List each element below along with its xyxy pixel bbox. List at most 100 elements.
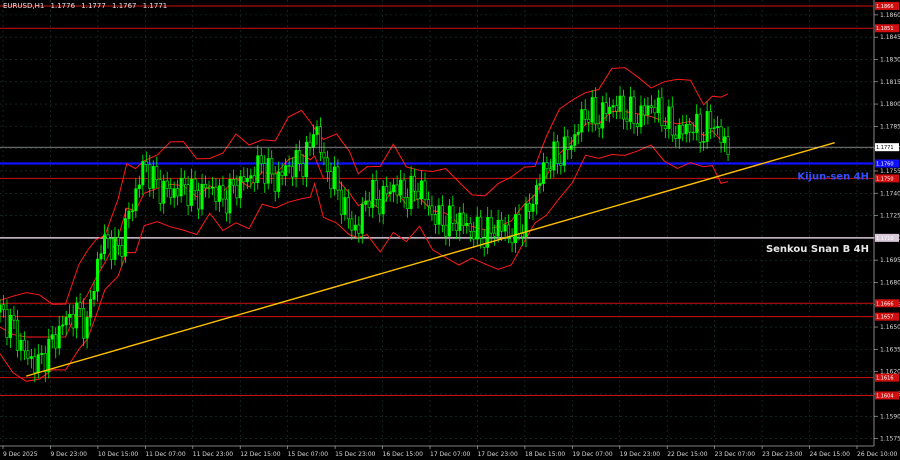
- level-price-label: 1.1851: [876, 26, 894, 32]
- candle-body: [726, 136, 730, 155]
- candle-body: [169, 188, 173, 198]
- level-price-label: 1.1760: [876, 162, 894, 168]
- candle-body: [99, 253, 103, 260]
- candle-body: [521, 233, 525, 238]
- candle-body: [155, 166, 159, 181]
- candle-body: [541, 162, 545, 184]
- candle-body: [709, 111, 713, 129]
- candle-body: [85, 317, 89, 339]
- price-chart[interactable]: 1.15751.15901.16051.16201.16351.16501.16…: [0, 0, 900, 460]
- candle-body: [608, 106, 612, 115]
- y-tick-label: 1.1575: [880, 436, 900, 443]
- candle-body: [280, 171, 284, 176]
- y-tick-label: 1.1845: [880, 34, 900, 41]
- candle-body: [367, 200, 371, 208]
- candle-body: [353, 224, 357, 231]
- candle-body: [527, 203, 531, 212]
- candle-body: [273, 173, 277, 192]
- candle-body: [695, 113, 699, 133]
- y-tick-label: 1.1680: [880, 279, 900, 286]
- candle-body: [329, 171, 333, 190]
- candle-body: [214, 186, 218, 202]
- x-tick-label: 18 Dec 15:00: [525, 451, 566, 458]
- candle-body: [590, 97, 594, 123]
- candle-body: [256, 155, 260, 183]
- candle-body: [489, 217, 493, 234]
- close-value: 1.1771: [142, 2, 168, 10]
- candle-body: [674, 134, 678, 139]
- candle-body: [19, 339, 23, 351]
- candle-body: [444, 224, 448, 237]
- candle-body: [601, 102, 605, 129]
- candle-body: [238, 176, 242, 199]
- y-tick-label: 1.1635: [880, 346, 900, 353]
- x-tick-label: 15 Dec 07:00: [288, 451, 329, 458]
- candle-body: [649, 105, 653, 108]
- candle-body: [646, 105, 650, 116]
- candle-body: [433, 214, 437, 225]
- candle-body: [468, 222, 472, 232]
- candle-body: [43, 353, 47, 373]
- candle-body: [656, 97, 660, 114]
- candle-body: [287, 165, 291, 167]
- candle-body: [29, 356, 33, 359]
- candle-body: [719, 126, 723, 143]
- candle-body: [186, 184, 190, 206]
- candle-body: [207, 187, 211, 190]
- kijun-sen-label: Kijun-sen 4H: [797, 172, 869, 183]
- candle-body: [395, 184, 399, 196]
- y-tick-label: 1.1650: [880, 324, 900, 331]
- x-tick-label: 22 Dec 15:00: [667, 451, 708, 458]
- candle-body: [308, 141, 312, 148]
- candle-body: [667, 106, 671, 129]
- candle-body: [193, 178, 197, 191]
- candle-body: [496, 219, 500, 237]
- candle-body: [475, 216, 479, 240]
- candle-body: [660, 97, 664, 126]
- candle-body: [162, 180, 166, 204]
- candle-body: [312, 134, 316, 148]
- candle-body: [228, 179, 232, 214]
- candle-body: [555, 141, 559, 164]
- candle-body: [5, 309, 9, 338]
- candle-body: [385, 186, 389, 195]
- y-tick-label: 1.1740: [880, 190, 900, 197]
- candle-body: [566, 136, 570, 150]
- chart-window[interactable]: 1.15751.15901.16051.16201.16351.16501.16…: [0, 0, 900, 460]
- candle-body: [482, 238, 486, 248]
- low-value: 1.1767: [112, 2, 137, 10]
- candle-body: [447, 205, 451, 237]
- candle-body: [176, 188, 180, 197]
- level-price-label: 1.1866: [876, 4, 894, 10]
- candle-body: [364, 200, 368, 205]
- candle-body: [343, 197, 347, 215]
- y-tick-label: 1.1755: [880, 168, 900, 175]
- candle-body: [416, 190, 420, 200]
- x-tick-label: 17 Dec 23:00: [477, 451, 518, 458]
- candle-body: [500, 219, 504, 232]
- candle-body: [545, 162, 549, 169]
- candle-body: [64, 317, 68, 326]
- level-price-label: 1.1710: [876, 236, 894, 242]
- candle-body: [587, 118, 591, 123]
- candle-body: [635, 123, 639, 128]
- candle-body: [57, 325, 61, 349]
- candle-body: [698, 113, 702, 143]
- candle-body: [360, 204, 364, 234]
- level-price-label: 1.1666: [876, 301, 894, 307]
- candle-body: [332, 166, 336, 190]
- candle-body: [210, 186, 214, 189]
- candle-body: [493, 232, 497, 237]
- candle-body: [374, 180, 378, 200]
- x-tick-label: 19 Dec 23:00: [620, 451, 661, 458]
- candle-body: [479, 216, 483, 239]
- candle-body: [691, 131, 695, 134]
- candle-body: [688, 124, 692, 133]
- candle-body: [151, 166, 155, 189]
- chart-header: EURUSD,H1 1.1776 1.1777 1.1767 1.1771: [3, 2, 171, 10]
- candle-body: [454, 223, 458, 231]
- candle-body: [642, 105, 646, 116]
- x-tick-label: 10 Dec 15:00: [98, 451, 139, 458]
- candle-body: [430, 205, 434, 215]
- candle-body: [569, 145, 573, 150]
